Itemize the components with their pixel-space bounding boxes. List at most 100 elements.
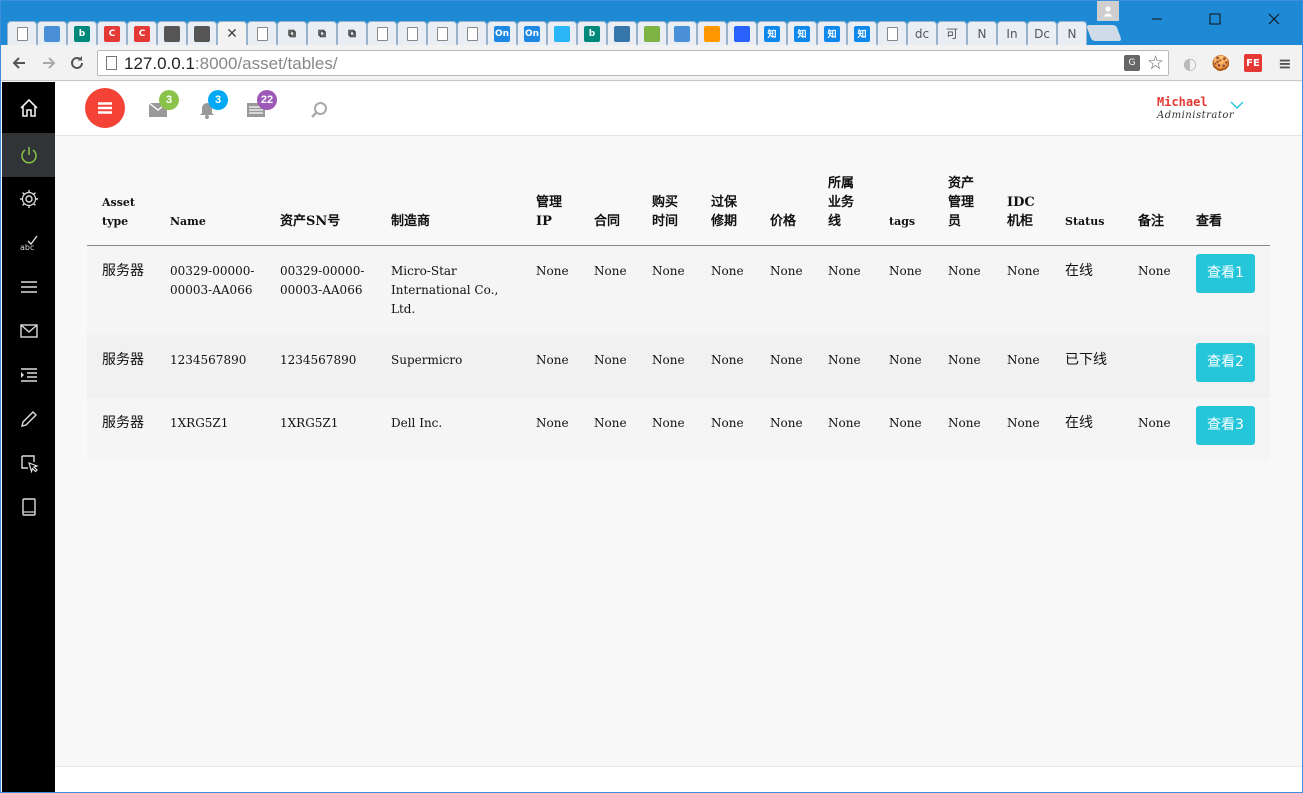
browser-toolbar: 127.0.0.1:8000/asset/tables/ G ☆ ◐ 🍪 FE … [1, 45, 1302, 81]
browser-tab[interactable] [727, 21, 757, 45]
tasks-button[interactable]: 22 [245, 90, 277, 121]
sidebar-item-spellcheck[interactable]: abc [2, 221, 55, 265]
browser-tab[interactable]: 知 [757, 21, 787, 45]
address-bar[interactable]: 127.0.0.1:8000/asset/tables/ G ☆ [97, 50, 1169, 76]
browser-tab[interactable]: 知 [817, 21, 847, 45]
browser-tab[interactable] [547, 21, 577, 45]
tab-title-fragment: dc [914, 26, 930, 41]
browser-tab[interactable]: On [517, 21, 547, 45]
browser-tab[interactable] [607, 21, 637, 45]
browser-tab[interactable]: b [67, 21, 97, 45]
buy-time-cell: None [652, 353, 685, 367]
sidebar-item-mail[interactable] [2, 309, 55, 353]
sidebar-item-select[interactable] [2, 441, 55, 485]
extension-icon[interactable]: ◐ [1181, 54, 1199, 73]
close-window-button[interactable] [1251, 1, 1297, 37]
table-body: 服务器 00329-00000-00003-AA066 00329-00000-00… [87, 245, 1270, 461]
browser-tab[interactable] [7, 21, 37, 45]
browser-tab[interactable]: C [97, 21, 127, 45]
chrome-icon [44, 25, 60, 42]
browser-tab[interactable]: 知 [787, 21, 817, 45]
asset-name-cell: 00329-00000-00003-AA066 [170, 264, 255, 297]
browser-tab[interactable] [877, 21, 907, 45]
header-asset-type: Asset type [87, 174, 155, 246]
browser-tab[interactable]: ✕ [217, 21, 247, 45]
url-text[interactable]: 127.0.0.1:8000/asset/tables/ [124, 54, 338, 74]
browser-tab[interactable] [157, 21, 187, 45]
browser-tab[interactable]: b [577, 21, 607, 45]
footer [55, 766, 1302, 792]
chevron-down-icon[interactable] [1230, 100, 1244, 110]
zhi-icon: 知 [764, 25, 780, 42]
browser-tab[interactable]: ⧉ [307, 21, 337, 45]
search-button[interactable] [308, 99, 330, 121]
sidebar-item-book[interactable] [2, 485, 55, 529]
sidebar-item-home[interactable] [2, 86, 55, 130]
sidebar-item-settings[interactable] [2, 177, 55, 221]
browser-tab[interactable] [367, 21, 397, 45]
star-icon[interactable]: ☆ [1147, 52, 1164, 74]
c-red-icon: C [134, 25, 150, 42]
status-cell: 在线 [1065, 263, 1093, 279]
browser-tab[interactable]: Dc [1027, 21, 1057, 45]
user-name[interactable]: Michael [1157, 95, 1208, 109]
browser-tab[interactable] [697, 21, 727, 45]
view-button[interactable]: 查看3 [1196, 406, 1255, 445]
admin-cell: None [948, 264, 981, 278]
sidebar-item-dashboard[interactable] [2, 133, 55, 177]
browser-tab[interactable]: 可 [937, 21, 967, 45]
new-tab-button[interactable] [1086, 25, 1122, 41]
sidebar-item-edit[interactable] [2, 397, 55, 441]
forward-button[interactable] [37, 51, 61, 75]
browser-tab[interactable] [397, 21, 427, 45]
notifications-button[interactable]: 3 [196, 90, 228, 121]
sidebar-item-indent[interactable] [2, 353, 55, 397]
bing-icon: b [74, 25, 90, 42]
main-menu-button[interactable] [85, 88, 125, 128]
browser-tab[interactable]: dc [907, 21, 937, 45]
asset-type-cell: 服务器 [102, 263, 144, 279]
browser-tab[interactable]: ⧉ [277, 21, 307, 45]
browser-tab[interactable] [37, 21, 67, 45]
price-cell: None [770, 353, 803, 367]
fe-extension-icon[interactable]: FE [1244, 54, 1262, 72]
indent-list-icon [20, 368, 37, 382]
messages-button[interactable]: 3 [147, 90, 179, 121]
close-tab-icon[interactable]: ✕ [226, 26, 238, 42]
browser-tab[interactable]: 知 [847, 21, 877, 45]
ip-cell: None [536, 353, 569, 367]
browser-tab[interactable]: ⧉ [337, 21, 367, 45]
browser-tab[interactable]: In [997, 21, 1027, 45]
view-button[interactable]: 查看2 [1196, 343, 1255, 382]
view-button[interactable]: 查看1 [1196, 254, 1255, 293]
header-price: 价格 [755, 174, 813, 246]
mail-icon [19, 324, 38, 338]
cookie-icon[interactable]: 🍪 [1212, 54, 1231, 72]
browser-tab[interactable] [457, 21, 487, 45]
zhi-icon: 知 [824, 25, 840, 42]
gear-icon [19, 190, 38, 208]
minimize-button[interactable] [1134, 1, 1180, 37]
back-button[interactable] [7, 51, 31, 75]
idc-cell: None [1007, 264, 1040, 278]
maximize-button[interactable] [1192, 1, 1238, 37]
browser-tab[interactable] [667, 21, 697, 45]
chrome-icon [674, 25, 690, 42]
profile-icon[interactable] [1097, 1, 1119, 21]
browser-tab[interactable]: On [487, 21, 517, 45]
translate-icon[interactable]: G [1124, 55, 1140, 71]
memo-cell: None [1138, 264, 1171, 278]
buy-time-cell: None [652, 416, 685, 430]
browser-tab[interactable] [187, 21, 217, 45]
browser-tab[interactable] [427, 21, 457, 45]
table-header-row: Asset type Name 资产SN号 制造商 管理IP 合同 购买时间 过… [87, 174, 1270, 246]
browser-tab[interactable]: C [127, 21, 157, 45]
sidebar-item-list[interactable] [2, 265, 55, 309]
browser-tab[interactable]: N [967, 21, 997, 45]
chrome-menu-icon[interactable]: ≡ [1276, 54, 1294, 73]
admin-cell: None [948, 416, 981, 430]
browser-tab[interactable]: N [1057, 21, 1087, 45]
reload-button[interactable] [65, 51, 89, 75]
browser-tab[interactable] [637, 21, 667, 45]
browser-tab[interactable] [247, 21, 277, 45]
